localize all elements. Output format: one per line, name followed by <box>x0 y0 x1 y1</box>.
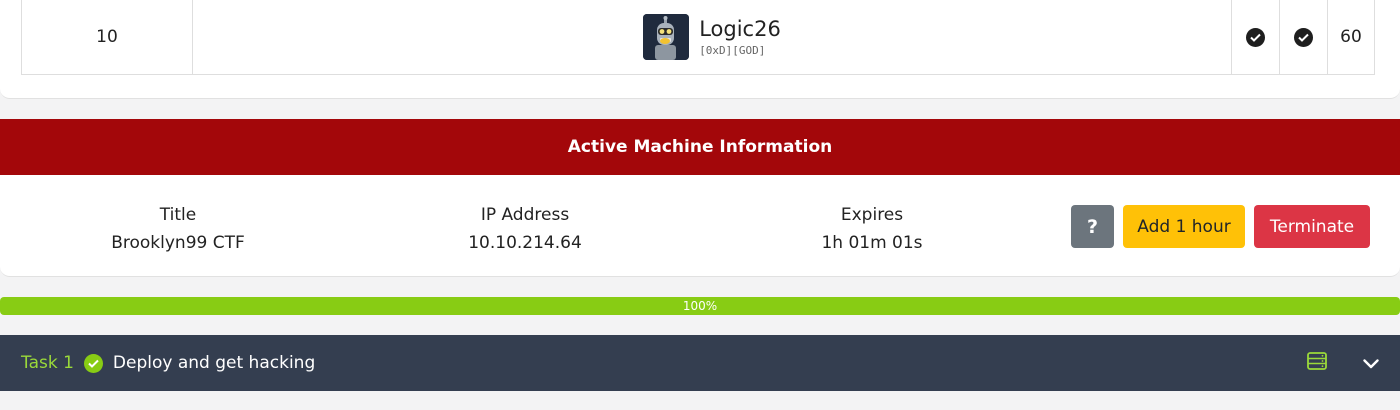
expires-block: Expires 1h 01m 01s <box>722 201 1022 257</box>
chevron-down-icon[interactable] <box>1363 354 1379 373</box>
rank-cell: 10 <box>22 0 193 74</box>
ip-address-label: IP Address <box>480 205 570 225</box>
machine-actions: ? Add 1 hour Terminate <box>1071 205 1370 248</box>
room-progress-bar: 100% <box>0 297 1400 315</box>
score-cell: 60 <box>1340 27 1362 47</box>
task-header[interactable]: Task 1 Deploy and get hacking <box>0 335 1400 391</box>
expires-label: Expires <box>840 205 904 225</box>
machine-title-label: Title <box>159 205 197 225</box>
active-machine-card: Active Machine Information Title Brookly… <box>0 119 1400 277</box>
leaderboard-row: 10 Logic26 [0xD][GOD] 60 <box>21 0 1375 75</box>
active-machine-body: Title Brooklyn99 CTF IP Address 10.10.21… <box>0 175 1400 277</box>
user-info: Logic26 [0xD][GOD] <box>699 17 781 57</box>
avatar[interactable] <box>643 14 690 60</box>
task-complete-check-icon <box>83 353 103 373</box>
task-header-icons <box>1307 335 1379 391</box>
ip-address-value: 10.10.214.64 <box>468 233 582 253</box>
leaderboard-card: 10 Logic26 [0xD][GOD] 60 <box>0 0 1400 99</box>
bender-robot-avatar-icon <box>643 14 690 60</box>
expires-value: 1h 01m 01s <box>821 233 923 253</box>
server-icon[interactable] <box>1307 352 1327 374</box>
check-circle-icon <box>1294 27 1313 47</box>
ip-address-block: IP Address 10.10.214.64 <box>375 201 675 257</box>
machine-title-block: Title Brooklyn99 CTF <box>28 201 328 257</box>
check-circle-icon <box>1246 27 1265 47</box>
active-machine-header: Active Machine Information <box>0 119 1400 175</box>
task-title: Deploy and get hacking <box>112 353 316 373</box>
check-cell-1 <box>1232 0 1280 74</box>
check-cell-2 <box>1280 0 1328 74</box>
terminate-button[interactable]: Terminate <box>1254 205 1370 248</box>
user-rank-tag: [0xD][GOD] <box>699 44 766 57</box>
progress-fill: 100% <box>0 297 1400 315</box>
help-button[interactable]: ? <box>1071 205 1114 248</box>
add-hour-button[interactable]: Add 1 hour <box>1123 205 1245 248</box>
username-link[interactable]: Logic26 <box>699 17 781 41</box>
user-cell: Logic26 [0xD][GOD] <box>193 0 1232 74</box>
machine-title-value: Brooklyn99 CTF <box>111 233 245 253</box>
task-number: Task 1 <box>21 353 74 373</box>
